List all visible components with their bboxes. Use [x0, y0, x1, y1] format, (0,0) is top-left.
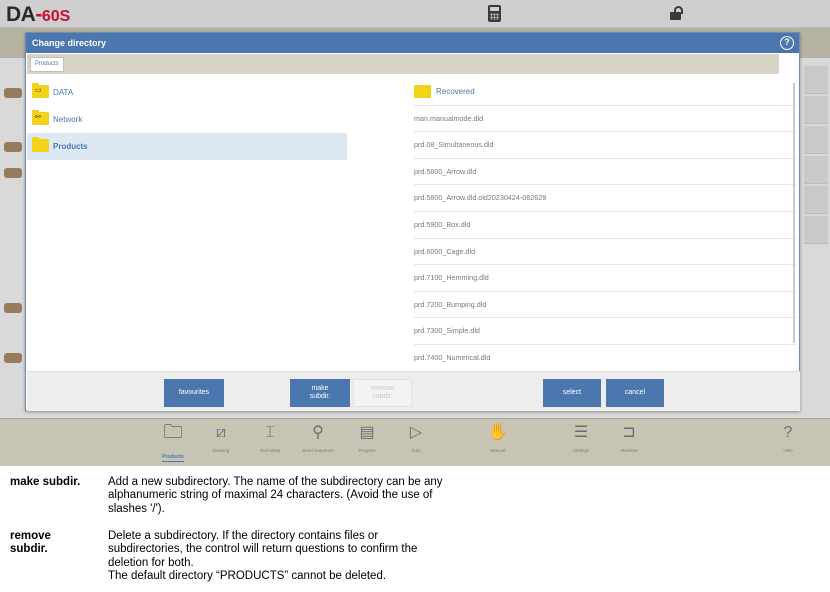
main-toolbar: 🗀 Products ⧄ Drawing ⌶ Tool setup ⚲ Bend… — [0, 418, 830, 466]
dir-item-label: Products — [53, 142, 88, 151]
dir-item-label: DATA — [53, 88, 74, 97]
dialog-button-bar: favourites make subdir. remove subdir. sel… — [27, 371, 800, 411]
file-item-recovered[interactable]: Recovered — [414, 79, 796, 106]
dir-item-data[interactable]: ▭ DATA — [27, 79, 347, 106]
calculator-icon[interactable] — [488, 5, 501, 22]
file-item[interactable]: prd.5800_Arrow.dld — [414, 159, 796, 186]
dir-item-label: Network — [53, 115, 83, 124]
tool-setup-icon: ⌶ — [265, 424, 275, 441]
hand-icon: ✋ — [488, 424, 508, 441]
tab-bend-sequence[interactable]: ⚲ Bend sequence — [296, 423, 340, 463]
file-item-label: prd.5800_Arrow.dld.old20230424-082629 — [414, 193, 547, 203]
folder-icon — [414, 85, 431, 98]
tab-settings[interactable]: ☰ Settings — [559, 423, 603, 463]
file-item[interactable]: prd.6000_Cage.dld — [414, 239, 796, 266]
background-product-thumbnails — [0, 58, 26, 418]
settings-list-icon: ☰ — [573, 424, 589, 441]
folder-icon: 🗀 — [163, 422, 183, 443]
program-icon: ▤ — [359, 424, 375, 441]
bend-sequence-icon: ⚲ — [312, 424, 324, 441]
tab-manual[interactable]: ✋ Manual — [476, 423, 520, 463]
file-item-label: prd.5900_Box.dld — [414, 219, 471, 229]
tab-drawing[interactable]: ⧄ Drawing — [199, 423, 243, 463]
file-item[interactable]: man.manualmode.dld — [414, 106, 796, 133]
file-item-label: man.manualmode.dld — [414, 113, 484, 123]
background-right-column — [800, 58, 830, 418]
drawing-icon: ⧄ — [215, 424, 227, 441]
select-button[interactable]: select — [543, 379, 601, 407]
file-item[interactable]: prd.7300_Simple.dld — [414, 318, 796, 345]
dir-item-network[interactable]: ⚯ Network — [27, 106, 347, 133]
file-item-label: prd.6000_Cage.dld — [414, 246, 476, 256]
file-item[interactable]: prd.7200_Bumping.dld — [414, 292, 796, 319]
file-item-label: prd.7300_Simple.dld — [414, 326, 480, 336]
remove-subdir-button[interactable]: remove subdir. — [353, 379, 412, 407]
help-icon[interactable]: ? — [780, 36, 794, 50]
doc-description-make-subdir: Add a new subdirectory. The name of the … — [108, 476, 443, 515]
logo: DA-60S — [6, 3, 71, 26]
cancel-button[interactable]: cancel — [606, 379, 664, 407]
doc-term-make-subdir: make subdir. — [10, 476, 81, 488]
file-item-label: prd.7200_Bumping.dld — [414, 299, 487, 309]
machine-icon: ⊐ — [622, 424, 636, 441]
make-subdir-button[interactable]: make subdir. — [290, 379, 350, 407]
top-bar: DA-60S — [0, 0, 830, 28]
network-folder-icon: ⚯ — [32, 110, 49, 125]
file-item-label: prd.5800_Arrow.dld — [414, 166, 477, 176]
dir-item-products[interactable]: Products — [27, 133, 347, 160]
file-item-label: Recovered — [436, 87, 475, 96]
file-item-label: prd.7400_Numerical.dld — [414, 352, 491, 362]
file-item[interactable]: prd.7100_Hemming.dld — [414, 265, 796, 292]
directory-list: ▭ DATA ⚯ Network Products — [27, 79, 347, 160]
dialog-title: Change directory ? — [26, 33, 799, 53]
help-icon: ? — [783, 424, 793, 441]
file-item-label: prd.7100_Hemming.dld — [414, 273, 489, 283]
change-directory-dialog: Change directory ? Products ▭ DATA ⚯ Net… — [25, 32, 800, 411]
tab-program[interactable]: ▤ Program — [345, 423, 389, 463]
file-list: Recovered man.manualmode.dld prd.08_Simu… — [414, 79, 796, 372]
path-breadcrumb[interactable]: Products — [30, 57, 64, 72]
doc-description-remove-subdir: Delete a subdirectory. If the directory … — [108, 530, 418, 583]
file-item[interactable]: prd.7400_Numerical.dld — [414, 345, 796, 372]
file-item[interactable]: prd.5900_Box.dld — [414, 212, 796, 239]
tab-auto[interactable]: ▷ Auto — [394, 423, 438, 463]
file-item-label: prd.08_Simultaneous.dld — [414, 140, 494, 150]
tab-help[interactable]: ? Help — [766, 423, 810, 463]
doc-term-remove-subdir: remove subdir. — [10, 530, 51, 555]
folder-icon — [32, 137, 49, 152]
file-item[interactable]: prd.5800_Arrow.dld.old20230424-082629 — [414, 185, 796, 212]
tab-products[interactable]: 🗀 Products — [151, 423, 195, 463]
drive-folder-icon: ▭ — [32, 83, 49, 98]
device-screen: DA-60S Change directory ? Products ▭ DAT… — [0, 0, 830, 466]
file-list-scrollbar[interactable] — [793, 83, 795, 343]
favourites-button[interactable]: favourites — [164, 379, 224, 407]
tab-tool-setup[interactable]: ⌶ Tool setup — [248, 423, 292, 463]
play-icon: ▷ — [409, 424, 423, 441]
unlock-icon[interactable] — [670, 6, 684, 21]
path-bar: Products — [27, 54, 779, 74]
file-item[interactable]: prd.08_Simultaneous.dld — [414, 132, 796, 159]
tab-machine[interactable]: ⊐ Machine — [607, 423, 651, 463]
